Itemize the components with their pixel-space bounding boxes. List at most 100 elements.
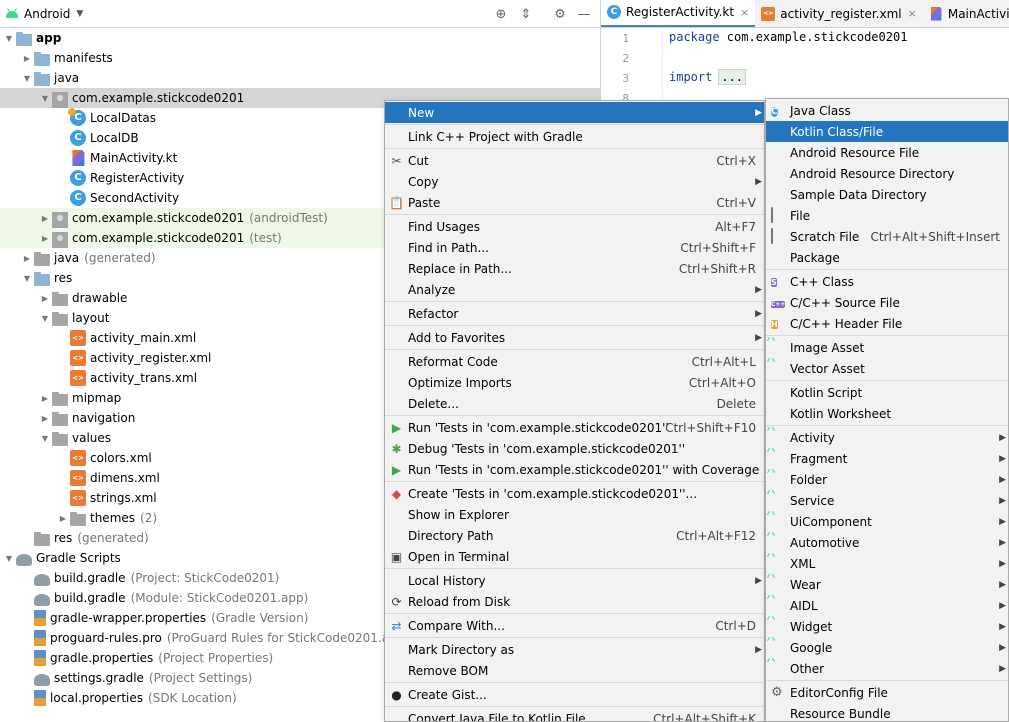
collapsed-arrow-icon[interactable]: ▶ (38, 234, 52, 243)
editor-tab[interactable]: C RegisterActivity.kt × (601, 0, 756, 27)
menu-item-directory-path[interactable]: Directory Path Ctrl+Alt+F12 (385, 525, 764, 546)
menu-item-convert-java-file-to-kotlin-file[interactable]: Convert Java File to Kotlin File Ctrl+Alt… (385, 708, 764, 722)
menu-item-java-class[interactable]: C Java Class (766, 100, 1008, 121)
menu-item-replace-in-path[interactable]: Replace in Path... Ctrl+Shift+R (385, 258, 764, 279)
tree-row[interactable]: ▼ java (0, 68, 600, 88)
menu-item-label: UiComponent (790, 514, 872, 529)
collapsed-arrow-icon[interactable]: ▶ (38, 214, 52, 223)
menu-item-widget[interactable]: Widget ▶ (766, 616, 1008, 637)
class-icon: C (70, 190, 86, 206)
grey-folder-icon (52, 392, 68, 406)
menu-item-analyze[interactable]: Analyze ▶ (385, 279, 764, 300)
menu-item-label: Google (790, 640, 833, 655)
locate-target-icon[interactable]: ⊕ (492, 5, 510, 23)
menu-item-new[interactable]: New ▶ (385, 102, 764, 123)
expanded-arrow-icon[interactable]: ▼ (20, 274, 34, 283)
collapsed-arrow-icon[interactable]: ▶ (20, 254, 34, 263)
menu-separator (766, 380, 1008, 381)
collapsed-arrow-icon[interactable]: ▶ (56, 514, 70, 523)
menu-item-paste[interactable]: 📋 Paste Ctrl+V (385, 192, 764, 213)
menu-item-file[interactable]: File (766, 205, 1008, 226)
collapsed-arrow-icon[interactable]: ▶ (20, 54, 34, 63)
editor-tab[interactable]: MainActivity.kt (923, 0, 1009, 27)
folded-imports[interactable]: ... (718, 69, 747, 85)
menu-item-kotlin-script[interactable]: Kotlin Script (766, 382, 1008, 403)
menu-separator (385, 568, 764, 569)
menu-item-link-c-project-with-gradle[interactable]: Link C++ Project with Gradle (385, 126, 764, 147)
chevron-down-icon[interactable]: ▼ (76, 9, 83, 19)
menu-item-find-usages[interactable]: Find Usages Alt+F7 (385, 216, 764, 237)
menu-item-vector-asset[interactable]: Vector Asset (766, 358, 1008, 379)
menu-item-other[interactable]: Other ▶ (766, 658, 1008, 679)
close-icon[interactable]: × (740, 6, 749, 19)
menu-item-automotive[interactable]: Automotive ▶ (766, 532, 1008, 553)
menu-item-resource-bundle[interactable]: Resource Bundle (766, 703, 1008, 721)
menu-separator (385, 706, 764, 707)
expanded-arrow-icon[interactable]: ▼ (2, 34, 16, 43)
menu-item-local-history[interactable]: Local History ▶ (385, 570, 764, 591)
hide-panel-icon[interactable]: — (575, 5, 593, 23)
menu-item-c-c-header-file[interactable]: H C/C++ Header File (766, 313, 1008, 334)
close-icon[interactable]: × (908, 7, 917, 20)
menu-item-label: Other (790, 661, 825, 676)
menu-item-open-in-terminal[interactable]: ▣ Open in Terminal (385, 546, 764, 567)
menu-item-create-tests-in-com-example-stickcode0201[interactable]: ◆ Create 'Tests in 'com.example.stickcode… (385, 483, 764, 504)
menu-item-delete[interactable]: Delete... Delete (385, 393, 764, 414)
menu-item-cut[interactable]: ✂ Cut Ctrl+X (385, 150, 764, 171)
collapse-all-icon[interactable]: ⇕ (517, 5, 535, 23)
menu-item-find-in-path[interactable]: Find in Path... Ctrl+Shift+F (385, 237, 764, 258)
menu-item-mark-directory-as[interactable]: Mark Directory as ▶ (385, 639, 764, 660)
menu-item-kotlin-class-file[interactable]: Kotlin Class/File (766, 121, 1008, 142)
menu-item-add-to-favorites[interactable]: Add to Favorites ▶ (385, 327, 764, 348)
menu-item-android-resource-file[interactable]: Android Resource File (766, 142, 1008, 163)
menu-item-image-asset[interactable]: Image Asset (766, 337, 1008, 358)
menu-item-service[interactable]: Service ▶ (766, 490, 1008, 511)
menu-item-wear[interactable]: Wear ▶ (766, 574, 1008, 595)
expanded-arrow-icon[interactable]: ▼ (20, 74, 34, 83)
menu-item-run-tests-in-com-example-stickcode0201[interactable]: ▶ Run 'Tests in 'com.example.stickcode020… (385, 417, 764, 438)
expanded-arrow-icon[interactable]: ▼ (38, 434, 52, 443)
menu-item-reload-from-disk[interactable]: ⟳ Reload from Disk (385, 591, 764, 612)
menu-item-refactor[interactable]: Refactor ▶ (385, 303, 764, 324)
menu-item-folder[interactable]: Folder ▶ (766, 469, 1008, 490)
editor-tab[interactable]: <> activity_register.xml × (755, 0, 923, 27)
menu-item-editorconfig-file[interactable]: ⚙ EditorConfig File (766, 682, 1008, 703)
menu-separator (385, 325, 764, 326)
collapsed-arrow-icon[interactable]: ▶ (38, 294, 52, 303)
tree-item-label: build.gradle (54, 571, 126, 585)
menu-item-activity[interactable]: Activity ▶ (766, 427, 1008, 448)
menu-item-kotlin-worksheet[interactable]: Kotlin Worksheet (766, 403, 1008, 424)
menu-item-sample-data-directory[interactable]: Sample Data Directory (766, 184, 1008, 205)
tab-label: activity_register.xml (780, 6, 902, 21)
menu-item-remove-bom[interactable]: Remove BOM (385, 660, 764, 681)
project-view-selector[interactable]: Android (24, 7, 70, 21)
menu-item-aidl[interactable]: AIDL ▶ (766, 595, 1008, 616)
menu-item-copy[interactable]: Copy ▶ (385, 171, 764, 192)
menu-item-debug-tests-in-com-example-stickcode0201[interactable]: ✱ Debug 'Tests in 'com.example.stickcode0… (385, 438, 764, 459)
menu-item-run-tests-in-com-example-stickcode0201-with-coverage[interactable]: ▶ Run 'Tests in 'com.example.stickcode020… (385, 459, 764, 480)
menu-item-optimize-imports[interactable]: Optimize Imports Ctrl+Alt+O (385, 372, 764, 393)
menu-item-c-class[interactable]: S C++ Class (766, 271, 1008, 292)
collapsed-arrow-icon[interactable]: ▶ (38, 394, 52, 403)
run-icon: ▶ (391, 420, 402, 435)
expanded-arrow-icon[interactable]: ▼ (2, 554, 16, 563)
menu-item-package[interactable]: Package (766, 247, 1008, 268)
menu-item-xml[interactable]: XML ▶ (766, 553, 1008, 574)
menu-item-fragment[interactable]: Fragment ▶ (766, 448, 1008, 469)
tree-row[interactable]: ▶ manifests (0, 48, 600, 68)
tree-item-label: Gradle Scripts (36, 551, 121, 565)
gear-icon[interactable]: ⚙ (551, 5, 569, 23)
menu-item-scratch-file[interactable]: Scratch File Ctrl+Alt+Shift+Insert (766, 226, 1008, 247)
menu-item-c-c-source-file[interactable]: C++ C/C++ Source File (766, 292, 1008, 313)
menu-item-google[interactable]: Google ▶ (766, 637, 1008, 658)
menu-item-uicomponent[interactable]: UiComponent ▶ (766, 511, 1008, 532)
menu-item-android-resource-directory[interactable]: Android Resource Directory (766, 163, 1008, 184)
menu-item-reformat-code[interactable]: Reformat Code Ctrl+Alt+L (385, 351, 764, 372)
menu-item-create-gist[interactable]: ● Create Gist... (385, 684, 764, 705)
menu-item-show-in-explorer[interactable]: Show in Explorer (385, 504, 764, 525)
expanded-arrow-icon[interactable]: ▼ (38, 94, 52, 103)
menu-item-compare-with[interactable]: ⇄ Compare With... Ctrl+D (385, 615, 764, 636)
collapsed-arrow-icon[interactable]: ▶ (38, 414, 52, 423)
expanded-arrow-icon[interactable]: ▼ (38, 314, 52, 323)
tree-row[interactable]: ▼ app (0, 28, 600, 48)
